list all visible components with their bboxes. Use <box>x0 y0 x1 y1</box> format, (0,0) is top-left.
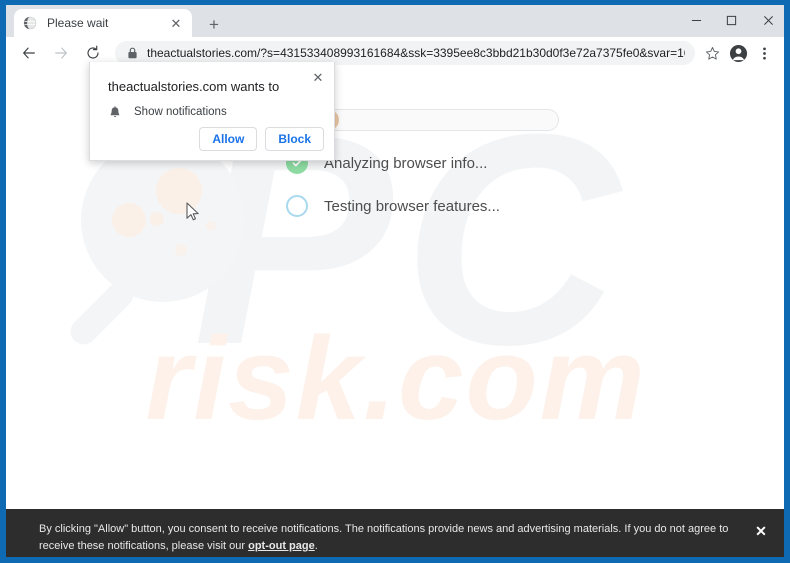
checklist-label: Analyzing browser info... <box>324 154 488 172</box>
opt-out-page-link[interactable]: opt-out page <box>248 540 315 552</box>
browser-window: Please wait ✕ + theactualstories.com/?s=… <box>0 0 790 563</box>
new-tab-button[interactable]: + <box>202 12 226 36</box>
tab-strip: Please wait ✕ + <box>6 5 784 37</box>
consent-bar: By clicking "Allow" button, you consent … <box>6 509 784 557</box>
forward-button-icon <box>47 39 75 67</box>
consent-text-before: By clicking "Allow" button, you consent … <box>39 523 729 552</box>
consent-bar-text: By clicking "Allow" button, you consent … <box>39 521 736 555</box>
checklist-label: Testing browser features... <box>324 197 500 215</box>
allow-button[interactable]: Allow <box>199 127 258 151</box>
dialog-close-icon[interactable]: ✕ <box>309 68 327 86</box>
consent-bar-close-icon[interactable]: ✕ <box>746 521 776 538</box>
globe-icon <box>22 15 38 31</box>
block-button[interactable]: Block <box>265 127 324 151</box>
dialog-permission-row: Show notifications <box>108 105 227 119</box>
notification-permission-dialog: ✕ theactualstories.com wants to Show not… <box>89 62 335 161</box>
bookmark-star-icon[interactable] <box>699 40 725 66</box>
lock-icon[interactable] <box>125 46 139 60</box>
address-bar-url: theactualstories.com/?s=4315334089931616… <box>147 46 685 60</box>
check-pending-icon <box>286 195 308 217</box>
consent-text-after: . <box>314 540 318 552</box>
watermark-risk: risk.com <box>145 313 647 445</box>
dialog-title: theactualstories.com wants to <box>108 79 280 94</box>
dialog-actions: Allow Block <box>199 127 324 151</box>
profile-avatar-icon[interactable] <box>725 40 751 66</box>
browser-tab[interactable]: Please wait ✕ <box>14 9 192 37</box>
tab-close-icon[interactable]: ✕ <box>168 15 184 31</box>
browser-menu-icon[interactable] <box>751 40 777 66</box>
mouse-cursor <box>186 202 199 221</box>
tab-title: Please wait <box>47 16 109 30</box>
window-close-button[interactable] <box>746 5 790 35</box>
dialog-permission-label: Show notifications <box>134 106 227 118</box>
back-button-icon[interactable] <box>15 39 43 67</box>
checklist-item-testing: Testing browser features... <box>204 195 564 217</box>
bell-icon <box>108 105 122 119</box>
